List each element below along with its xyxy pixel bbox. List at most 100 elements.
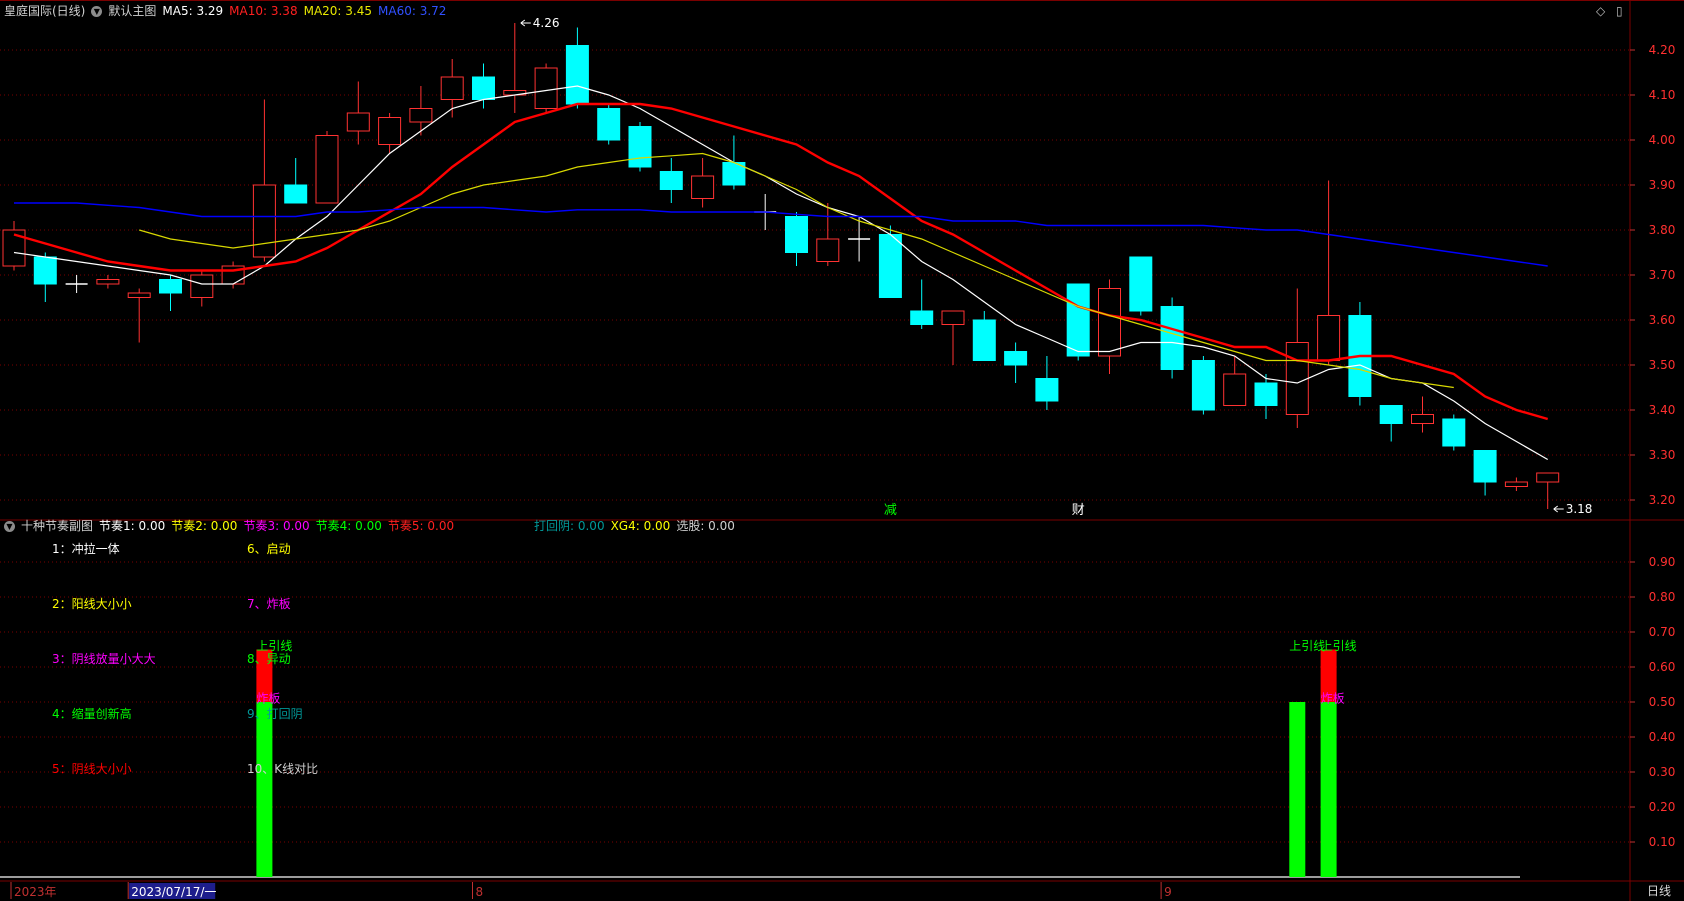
y-tick-label: 4.00 [1649, 133, 1676, 147]
candle-body [1066, 283, 1090, 357]
candle-body [534, 67, 558, 109]
candle-body [691, 175, 715, 199]
rhythm-bar-green [256, 702, 273, 877]
x-axis-label: 8 [476, 885, 484, 899]
y-tick-label: 3.20 [1649, 493, 1676, 507]
rhythm1-value: 节奏1: 0.00 [99, 519, 166, 533]
diamond-icon[interactable]: ◇ [1596, 4, 1605, 18]
candle-body [1411, 414, 1434, 424]
xuangu-value: 选股: 0.00 [676, 519, 735, 533]
candle-body [1442, 418, 1466, 447]
sub-chart-header: ▼ 十种节奏副图 节奏1: 0.00 节奏2: 0.00 节奏3: 0.00 节奏4: 0… [4, 516, 460, 536]
y-tick-label: 0.40 [1649, 730, 1676, 744]
timeframe-tab[interactable]: 日线 [1634, 881, 1684, 901]
y-tick-label: 0.60 [1649, 660, 1676, 674]
y-tick-label: 4.10 [1649, 88, 1676, 102]
candle-body [284, 184, 308, 204]
rhythm5-value: 节奏5: 0.00 [387, 519, 455, 533]
x-axis-label: 2023年 [14, 885, 57, 899]
legend-item: 10、K线对比 [247, 762, 318, 776]
candle-body [972, 319, 996, 361]
candle-body [1098, 288, 1121, 357]
template-name[interactable]: 默认主图 [108, 4, 156, 18]
candle-body [1504, 481, 1528, 487]
legend-item: 6、启动 [247, 542, 291, 556]
ma60-value: MA60: 3.72 [378, 4, 447, 18]
y-tick-label: 0.30 [1649, 765, 1676, 779]
candle-body [565, 45, 589, 105]
candle-body [1285, 342, 1309, 415]
candle-body [33, 256, 57, 285]
candle-body [1317, 315, 1341, 361]
y-tick-label: 3.50 [1649, 358, 1676, 372]
xg4-value: XG4: 0.00 [610, 519, 671, 533]
y-tick-label: 0.10 [1649, 835, 1676, 849]
candle-body [659, 171, 683, 190]
legend-item: 4：缩量创新高 [52, 706, 132, 721]
dahuiyin-value: 打回阴: 0.00 [534, 519, 605, 533]
bar-label: 炸板 [1321, 692, 1345, 706]
chart-canvas[interactable]: 4.20 4.10 4.00 3.90 3.80 3.70 3.60 3.50 3.40 3.30… [0, 0, 1684, 901]
price-annotation: 4.26 [533, 16, 560, 30]
candle-body [1035, 378, 1059, 402]
candle-body [941, 310, 965, 325]
chevron-down-icon[interactable]: ▼ [91, 6, 103, 17]
candle-body [1223, 373, 1247, 406]
y-tick-label: 3.60 [1649, 313, 1676, 327]
signal-marker: 财 [1072, 503, 1085, 518]
y-tick-label: 0.80 [1649, 590, 1676, 604]
y-tick-label: 0.90 [1649, 555, 1676, 569]
candle-body [1536, 472, 1560, 483]
candle-body [127, 292, 151, 298]
candle-body [816, 238, 840, 262]
candle-body [378, 117, 402, 145]
candle-body [1191, 360, 1215, 411]
y-tick-label: 0.70 [1649, 625, 1676, 639]
legend-item: 2：阳线大小小 [52, 597, 132, 611]
candle-body [910, 310, 934, 325]
candle-body [1004, 351, 1028, 366]
ma5-value: MA5: 3.29 [162, 4, 224, 18]
candle-body [628, 126, 652, 168]
candle-body [409, 108, 433, 123]
candle-body [346, 112, 370, 132]
sub-chart-header-right: 打回阴: 0.00 XG4: 0.00 选股: 0.00 [534, 516, 741, 536]
legend-item: 1：冲拉一体 [52, 541, 120, 556]
candle-body [252, 184, 276, 258]
sub-title[interactable]: 十种节奏副图 [21, 519, 93, 533]
candle-body [472, 76, 495, 100]
candle-body [597, 108, 621, 141]
legend-item: 3：阴线放量小大大 [52, 651, 156, 666]
y-tick-label: 0.20 [1649, 800, 1676, 814]
ma20-value: MA20: 3.45 [303, 4, 373, 18]
stock-title[interactable]: 皇庭国际(日线) [4, 4, 85, 18]
bar-label: 炸板 [256, 692, 280, 706]
rhythm3-value: 节奏3: 0.00 [243, 519, 310, 533]
candle-body [315, 135, 339, 204]
candle-body [1379, 405, 1403, 424]
y-tick-label: 3.80 [1649, 223, 1676, 237]
candle-body [440, 76, 464, 100]
candle-body [878, 234, 902, 298]
main-chart-header: 皇庭国际(日线) ▼ 默认主图 MA5: 3.29 MA10: 3.38 MA20: 3.… [4, 1, 452, 21]
legend-item: 5：阴线大小小 [52, 762, 132, 776]
y-tick-label: 3.30 [1649, 448, 1676, 462]
candle-body [190, 274, 214, 298]
candle-body [1254, 382, 1278, 406]
rhythm-bar-green [1289, 702, 1306, 877]
legend-item: 9、打回阴 [247, 707, 303, 721]
rhythm4-value: 节奏4: 0.00 [315, 519, 382, 533]
y-tick-label: 0.50 [1649, 695, 1676, 709]
x-axis-label: 2023/07/17/一 [131, 885, 216, 899]
window-icon[interactable]: ▯ [1616, 4, 1623, 18]
price-annotation: 3.18 [1566, 502, 1593, 516]
y-tick-label: 3.40 [1649, 403, 1676, 417]
bar-label: 上引线 [256, 639, 292, 653]
ma10-value: MA10: 3.38 [229, 4, 298, 18]
chevron-down-icon[interactable]: ▼ [4, 521, 15, 532]
x-axis-label: 9 [1164, 885, 1172, 899]
legend-item: 7、炸板 [247, 597, 291, 611]
candle-body [96, 279, 120, 285]
y-tick-label: 3.90 [1649, 178, 1676, 192]
candle-body [1129, 256, 1153, 312]
